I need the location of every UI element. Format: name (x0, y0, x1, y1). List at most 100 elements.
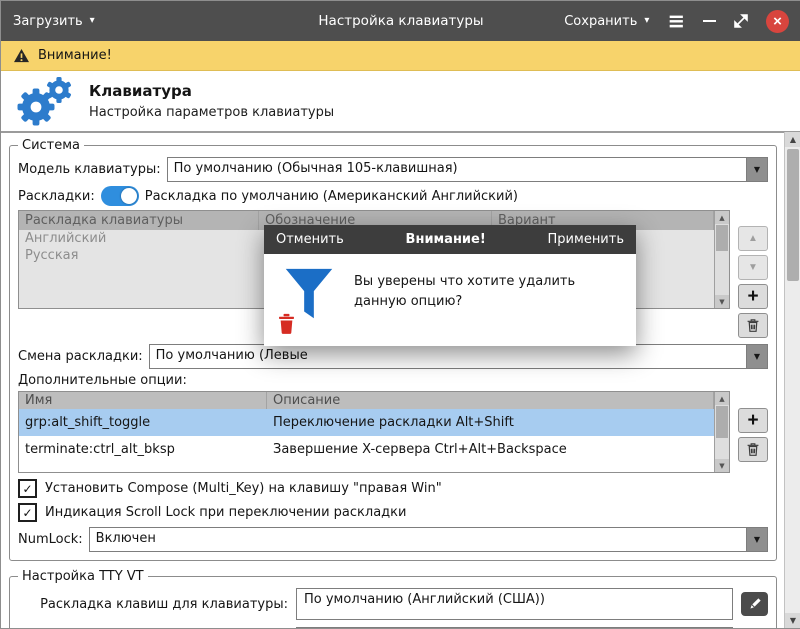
table-row[interactable]: grp:alt_shift_toggle Переключение раскла… (19, 409, 714, 436)
chevron-down-icon: ▼ (754, 165, 760, 174)
save-button-label: Сохранить (564, 14, 637, 29)
tty-second-layout-field[interactable]: По умолчанию (Английский (США)) (296, 627, 733, 628)
minimize-button[interactable] (703, 20, 716, 22)
maximize-button[interactable] (734, 14, 748, 28)
move-layout-up-button[interactable]: ▲ (738, 226, 768, 251)
page-title: Клавиатура (89, 82, 334, 100)
close-icon: × (773, 14, 782, 29)
scrollbar-thumb[interactable] (716, 225, 728, 251)
scroll-down-icon[interactable]: ▼ (715, 295, 729, 308)
arrow-down-glyph: ▼ (719, 462, 724, 470)
option-name-cell: terminate:ctrl_alt_bksp (19, 442, 267, 457)
column-header: Описание (267, 392, 714, 409)
scroll-down-icon[interactable]: ▼ (715, 459, 729, 472)
plus-icon: + (747, 411, 758, 430)
add-layout-button[interactable]: + (738, 284, 768, 309)
dropdown-arrow-icon[interactable]: ▼ (746, 158, 767, 181)
options-table-header: Имя Описание (19, 392, 714, 409)
dialog-title: Внимание! (344, 232, 548, 247)
scrolllock-checkbox-label: Индикация Scroll Lock при переключении р… (45, 505, 406, 520)
keyboard-model-select[interactable]: По умолчанию (Обычная 105-клавишная) ▼ (167, 157, 768, 182)
content-area: Система Модель клавиатуры: По умолчанию … (1, 132, 785, 628)
dropdown-arrow-icon[interactable]: ▼ (746, 345, 767, 368)
extra-options-label: Дополнительные опции: (18, 373, 768, 388)
layout-switch-label: Смена раскладки: (18, 349, 143, 364)
compose-checkbox-label: Установить Compose (Multi_Key) на клавиш… (45, 481, 442, 496)
arrow-up-glyph: ▲ (719, 395, 724, 403)
numlock-value: Включен (90, 528, 746, 551)
plus-icon: + (747, 287, 758, 306)
numlock-row: NumLock: Включен ▼ (18, 527, 768, 552)
dropdown-arrow-icon[interactable]: ▼ (746, 528, 767, 551)
table-row[interactable]: terminate:ctrl_alt_bksp Завершение X-сер… (19, 436, 714, 463)
add-option-button[interactable]: + (738, 408, 768, 433)
layouts-row: Раскладки: Раскладка по умолчанию (Амери… (18, 186, 768, 206)
arrow-down-icon: ▼ (748, 262, 758, 273)
delete-option-illustration (282, 266, 338, 330)
load-button[interactable]: Загрузить ▾ (13, 14, 95, 29)
pencil-icon (748, 597, 762, 611)
scroll-up-icon[interactable]: ▲ (715, 211, 729, 224)
layout-switch-select[interactable]: По умолчанию (Левые ▼ (149, 344, 768, 369)
minimize-icon (703, 20, 716, 22)
scrolllock-checkbox-row: ✓ Индикация Scroll Lock при переключении… (18, 503, 768, 522)
chevron-down-icon: ▼ (754, 352, 760, 361)
page-subtitle: Настройка параметров клавиатуры (89, 105, 334, 120)
scrollbar-thumb[interactable] (716, 406, 728, 438)
layout-switch-value: По умолчанию (Левые (150, 345, 746, 368)
toggle-knob (121, 188, 137, 204)
check-icon: ✓ (22, 483, 32, 495)
tty-group-legend: Настройка TTY VT (18, 569, 148, 584)
confirm-delete-dialog: Отменить Внимание! Применить Вы уверены … (264, 225, 636, 346)
scroll-down-icon[interactable]: ▼ (785, 613, 800, 628)
options-table-row: Имя Описание grp:alt_shift_toggle Перекл… (18, 391, 768, 473)
keyboard-model-row: Модель клавиатуры: По умолчанию (Обычная… (18, 157, 768, 182)
layouts-table-scrollbar[interactable]: ▲ ▼ (714, 211, 729, 308)
option-name-cell: grp:alt_shift_toggle (19, 415, 267, 430)
layouts-table-buttons: ▲ ▼ + (738, 226, 768, 338)
column-header: Имя (19, 392, 267, 409)
trash-icon (746, 442, 760, 457)
delete-option-button[interactable] (738, 437, 768, 462)
delete-trash-icon (277, 313, 296, 334)
dialog-message: Вы уверены что хотите удалить данную опц… (354, 266, 616, 330)
arrow-down-glyph: ▼ (790, 616, 796, 625)
dialog-cancel-button[interactable]: Отменить (276, 232, 344, 247)
edit-tty-layout-button[interactable] (741, 592, 768, 616)
dialog-apply-button[interactable]: Применить (548, 232, 624, 247)
tty-layout-label: Раскладка клавиш для клавиатуры: (18, 597, 288, 612)
expand-icon (734, 14, 748, 28)
default-layout-toggle[interactable] (101, 186, 139, 206)
main-scrollbar[interactable]: ▲ ▼ (784, 132, 800, 628)
system-group-legend: Система (18, 138, 84, 153)
extra-options-table[interactable]: Имя Описание grp:alt_shift_toggle Перекл… (18, 391, 730, 473)
arrow-up-glyph: ▲ (790, 135, 796, 144)
warning-text: Внимание! (38, 48, 112, 63)
scroll-up-icon[interactable]: ▲ (785, 132, 800, 147)
layouts-label: Раскладки: (18, 189, 95, 204)
scroll-up-icon[interactable]: ▲ (715, 392, 729, 405)
default-layout-description: Раскладка по умолчанию (Американский Анг… (145, 189, 518, 204)
tty-layout-row: Раскладка клавиш для клавиатуры: По умол… (18, 588, 768, 620)
save-button[interactable]: Сохранить ▾ (564, 14, 649, 29)
compose-checkbox[interactable]: ✓ (18, 479, 37, 498)
hamburger-icon: ≡ (667, 11, 685, 32)
page-header: Клавиатура Настройка параметров клавиату… (1, 71, 800, 133)
arrow-up-glyph: ▲ (719, 214, 724, 222)
menu-button[interactable]: ≡ (667, 11, 685, 32)
keyboard-settings-window: Загрузить ▾ Настройка клавиатуры Сохрани… (0, 0, 800, 629)
compose-checkbox-row: ✓ Установить Compose (Multi_Key) на клав… (18, 479, 768, 498)
titlebar-actions: Сохранить ▾ ≡ × (564, 10, 789, 33)
move-layout-down-button[interactable]: ▼ (738, 255, 768, 280)
scrolllock-checkbox[interactable]: ✓ (18, 503, 37, 522)
system-group: Система Модель клавиатуры: По умолчанию … (9, 138, 777, 561)
scrollbar-thumb[interactable] (787, 149, 799, 281)
tty-layout-field[interactable]: По умолчанию (Английский (США)) (296, 588, 733, 620)
options-table-scrollbar[interactable]: ▲ ▼ (714, 392, 729, 472)
numlock-select[interactable]: Включен ▼ (89, 527, 768, 552)
options-table-buttons: + (738, 408, 768, 462)
delete-layout-button[interactable] (738, 313, 768, 338)
tty-group: Настройка TTY VT Раскладка клавиш для кл… (9, 569, 777, 628)
chevron-down-icon: ▼ (754, 535, 760, 544)
close-button[interactable]: × (766, 10, 789, 33)
